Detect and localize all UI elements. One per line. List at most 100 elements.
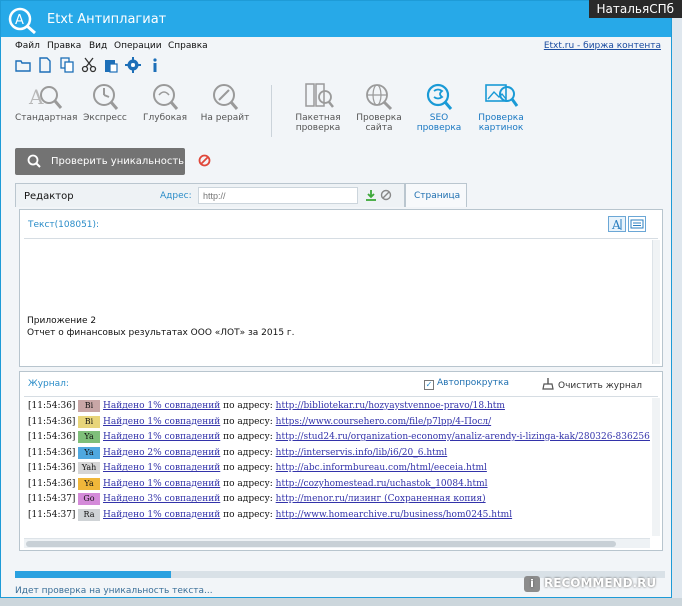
- row-connector: по адресу:: [223, 447, 273, 458]
- window-title: Etxt Антиплагиат: [47, 12, 167, 27]
- toolbar-divider: [271, 85, 272, 137]
- source-url-link[interactable]: http://cozyhomestead.ru/uchastok_10084.h…: [276, 479, 488, 489]
- journal-panel: Журнал: ✓ Автопрокрутка Очистить журнал […: [19, 371, 663, 551]
- image-check-button[interactable]: Проверка картинок: [471, 81, 531, 133]
- text-format-toggle[interactable]: A: [608, 216, 626, 232]
- seo-check-icon: [426, 83, 453, 110]
- deep-check-button[interactable]: Глубокая: [135, 81, 195, 123]
- menu-edit[interactable]: Правка: [47, 41, 81, 51]
- match-link[interactable]: Найдено 1% совпадений: [103, 417, 220, 427]
- text-line: Приложение 2: [27, 316, 97, 326]
- text-editor-panel[interactable]: Текст(108051): A Приложение 2 Отчет о фи…: [19, 209, 663, 367]
- row-connector: по адресу:: [223, 509, 273, 520]
- text-scrollbar[interactable]: [652, 240, 660, 364]
- express-check-button[interactable]: Экспресс: [75, 81, 135, 123]
- source-url-link[interactable]: https://www.coursehero.com/file/p7lpp/4-…: [276, 417, 491, 427]
- info-icon[interactable]: [147, 57, 163, 73]
- engine-badge: Yah: [78, 462, 100, 474]
- progress-fill: [15, 571, 171, 578]
- tab-editor[interactable]: Редактор Адрес:: [15, 183, 405, 207]
- menu-bar: Файл Правка Вид Операции Справка Etxt.ru…: [1, 37, 671, 55]
- open-folder-icon[interactable]: [15, 57, 31, 73]
- text-line: Отчет о финансовых результатах ООО «ЛОТ»…: [27, 328, 295, 338]
- etxt-link[interactable]: Etxt.ru - биржа контента: [544, 41, 661, 51]
- check-icon: ✓: [424, 380, 434, 390]
- site-check-button[interactable]: Проверка сайта: [349, 81, 409, 133]
- broom-icon: [542, 378, 554, 390]
- row-time: [11:54:37]: [28, 509, 76, 520]
- text-header: Текст(108051):: [28, 220, 100, 230]
- menu-operations[interactable]: Операции: [114, 41, 162, 51]
- source-url-link[interactable]: http://abc.informbureau.com/html/eeceia.…: [276, 463, 487, 473]
- rewrite-check-icon: [213, 84, 239, 110]
- check-uniqueness-button[interactable]: Проверить уникальность: [15, 148, 185, 175]
- source-url-link[interactable]: http://menor.ru/лизинг (Сохраненная копи…: [276, 494, 486, 504]
- journal-row: [11:54:36] Ya Найдено 1% совпадений по адр…: [28, 477, 488, 493]
- font-format-icon: A: [611, 218, 622, 232]
- row-time: [11:54:37]: [28, 494, 76, 504]
- list-view-icon: [630, 219, 644, 229]
- match-link[interactable]: Найдено 3% совпадений: [103, 494, 220, 504]
- list-view-toggle[interactable]: [628, 216, 646, 232]
- row-time: [11:54:36]: [28, 463, 76, 473]
- watermark-logo-icon: i: [524, 576, 540, 592]
- standard-check-icon: A: [28, 85, 63, 109]
- engine-badge: Ra: [78, 508, 100, 521]
- journal-vscrollbar[interactable]: [652, 398, 660, 536]
- menu-file[interactable]: Файл: [15, 41, 40, 51]
- match-link[interactable]: Найдено 1% совпадений: [103, 401, 220, 411]
- source-url-link[interactable]: http://stud24.ru/organization-economy/an…: [276, 432, 650, 442]
- row-connector: по адресу:: [223, 416, 273, 427]
- journal-rows: [11:54:36] Bi Найдено 1% совпадений по адр…: [24, 400, 650, 550]
- address-input[interactable]: [198, 187, 358, 204]
- clear-journal-button[interactable]: Очистить журнал: [542, 378, 642, 391]
- match-link[interactable]: Найдено 1% совпадений: [103, 463, 220, 473]
- desktop-edge: [673, 0, 682, 598]
- new-file-icon[interactable]: [37, 57, 53, 73]
- svg-text:A: A: [611, 218, 621, 231]
- match-link[interactable]: Найдено 1% совпадений: [103, 479, 220, 489]
- source-url-link[interactable]: http://interservis.info/lib/i6/20_6.html: [276, 448, 448, 458]
- match-link[interactable]: Найдено 1% совпадений: [103, 510, 220, 520]
- stop-icon[interactable]: [198, 154, 211, 167]
- source-url-link[interactable]: http://www.homearchive.ru/business/hom02…: [276, 510, 512, 520]
- batch-check-button[interactable]: Пакетная проверка: [288, 81, 348, 133]
- cut-icon[interactable]: [81, 57, 97, 73]
- row-connector: по адресу:: [223, 494, 273, 504]
- clear-address-icon[interactable]: [380, 189, 392, 201]
- menu-view[interactable]: Вид: [89, 41, 107, 51]
- paste-icon[interactable]: [103, 57, 119, 73]
- journal-row: [11:54:36] Ya Найдено 1% совпадений по адр…: [28, 431, 650, 446]
- download-icon[interactable]: [365, 189, 377, 201]
- batch-check-icon: [305, 83, 334, 108]
- journal-header: Журнал:: [28, 379, 69, 389]
- title-bar[interactable]: A Etxt Антиплагиат: [1, 1, 671, 37]
- row-time: [11:54:36]: [28, 447, 76, 458]
- engine-badge: Ya: [78, 477, 100, 490]
- row-time: [11:54:36]: [28, 401, 76, 411]
- match-link[interactable]: Найдено 1% совпадений: [103, 432, 220, 442]
- editor-tabs: Редактор Адрес: Страница: [15, 183, 665, 207]
- rewrite-check-button[interactable]: На рерайт: [195, 81, 255, 123]
- row-connector: по адресу:: [223, 401, 273, 411]
- menu-help[interactable]: Справка: [168, 41, 208, 51]
- user-tag: НатальяСПб: [588, 0, 682, 18]
- standard-check-button[interactable]: A Стандартная: [15, 81, 77, 123]
- engine-badge: Ya: [78, 446, 100, 459]
- gear-icon[interactable]: [125, 57, 141, 73]
- app-window: A Etxt Антиплагиат Файл Правка Вид Опера…: [0, 0, 672, 598]
- source-url-link[interactable]: http://bibliotekar.ru/hozyaystvennoe-pra…: [276, 401, 505, 411]
- match-link[interactable]: Найдено 2% совпадений: [103, 448, 220, 458]
- svg-text:A: A: [15, 13, 24, 28]
- tab-page[interactable]: Страница: [405, 183, 467, 207]
- background-table-strip: [0, 598, 682, 606]
- copy-icon[interactable]: [59, 57, 75, 73]
- check-toolbar: A Стандартная Экспресс Глубокая На рерай…: [1, 77, 671, 141]
- scroll-thumb[interactable]: [26, 541, 616, 547]
- autoscroll-checkbox[interactable]: ✓ Автопрокрутка: [424, 378, 509, 390]
- watermark: i RECOMMEND.RU: [524, 576, 656, 594]
- seo-check-button[interactable]: SEO проверка: [409, 81, 469, 133]
- journal-row: [11:54:36] Yah Найдено 1% совпадений по ад…: [28, 462, 487, 477]
- journal-hscrollbar[interactable]: [24, 538, 650, 548]
- journal-row: [11:54:37] Go Найдено 3% совпадений по адр…: [28, 493, 486, 508]
